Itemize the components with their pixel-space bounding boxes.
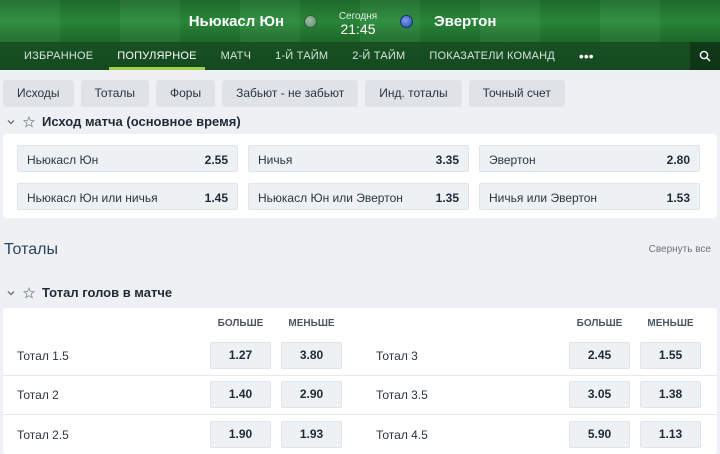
everton-crest-icon	[400, 15, 413, 28]
market-filter-chips: Исходы Тоталы Форы Забьют - не забьют Ин…	[3, 80, 565, 107]
totals-heading: Тоталы	[4, 241, 58, 258]
col-over-right: БОЛЬШЕ	[576, 318, 623, 329]
odd-value: 2.55	[204, 153, 228, 167]
tab-popular[interactable]: ПОПУЛЯРНОЕ	[105, 42, 208, 70]
chip-outcomes[interactable]: Исходы	[3, 80, 74, 107]
odd-button[interactable]: Ничья 3.35	[248, 145, 469, 172]
total-over-odd[interactable]: 3.05	[569, 381, 630, 408]
row-divider	[3, 414, 717, 415]
tab-first-half[interactable]: 1-Й ТАЙМ	[263, 42, 340, 70]
odd-name: Ньюкасл Юн или Эвертон	[258, 191, 403, 205]
chip-totals[interactable]: Тоталы	[80, 80, 149, 107]
match-time: 21:45	[340, 21, 376, 37]
total-label: Тотал 3.5	[376, 388, 428, 402]
total-label: Тотал 2	[17, 388, 59, 402]
odd-value: 3.35	[435, 153, 459, 167]
odd-name: Эвертон	[489, 153, 536, 167]
odd-name: Ньюкасл Юн	[27, 153, 99, 167]
newcastle-crest-icon	[304, 15, 317, 28]
total-label: Тотал 2.5	[17, 428, 69, 442]
total-over-odd[interactable]: 1.90	[210, 421, 271, 448]
chevron-down-icon[interactable]	[6, 117, 16, 127]
odd-button[interactable]: Ньюкасл Юн или ничья 1.45	[17, 183, 238, 210]
chip-team-totals[interactable]: Инд. тоталы	[365, 80, 462, 107]
odd-value: 1.35	[435, 191, 459, 205]
odd-name: Ньюкасл Юн или ничья	[27, 191, 158, 205]
total-under-odd[interactable]: 1.93	[281, 421, 342, 448]
odd-name: Ничья или Эвертон	[489, 191, 598, 205]
total-under-odd[interactable]: 2.90	[281, 381, 342, 408]
col-under-left: МЕНЬШЕ	[288, 318, 335, 329]
odd-button[interactable]: Эвертон 2.80	[479, 145, 700, 172]
total-over-odd[interactable]: 1.27	[210, 342, 271, 369]
collapse-all-link[interactable]: Свернуть все	[649, 244, 711, 255]
odd-value: 1.45	[204, 191, 228, 205]
more-tabs-button[interactable]: •••	[567, 45, 606, 67]
outcome-panel: Ньюкасл Юн 2.55 Ничья 3.35 Эвертон 2.80 …	[3, 134, 717, 218]
away-team-name[interactable]: Эвертон	[434, 13, 496, 30]
total-under-odd[interactable]: 1.13	[640, 421, 701, 448]
chip-exact-score[interactable]: Точный счет	[468, 80, 565, 107]
odd-name: Ничья	[258, 153, 293, 167]
search-button[interactable]	[690, 42, 720, 70]
star-icon[interactable]	[23, 115, 35, 128]
tab-match[interactable]: МАТЧ	[209, 42, 264, 70]
match-header: Ньюкасл Юн Сегодня 21:45 Эвертон ИЗБРАНН…	[0, 0, 720, 70]
chip-handicaps[interactable]: Форы	[156, 80, 216, 107]
outcome-section-title: Исход матча (основное время)	[42, 114, 241, 129]
star-icon[interactable]	[23, 286, 35, 299]
total-label: Тотал 4.5	[376, 428, 428, 442]
total-under-odd[interactable]: 1.55	[640, 342, 701, 369]
search-icon	[699, 50, 711, 62]
tab-second-half[interactable]: 2-Й ТАЙМ	[340, 42, 417, 70]
totals-section-title: Тотал голов в матче	[42, 285, 173, 300]
odd-button[interactable]: Ньюкасл Юн 2.55	[17, 145, 238, 172]
total-label: Тотал 1.5	[17, 349, 69, 363]
col-over-left: БОЛЬШЕ	[217, 318, 264, 329]
match-bar: Ньюкасл Юн Сегодня 21:45 Эвертон	[0, 0, 720, 42]
total-over-odd[interactable]: 2.45	[569, 342, 630, 369]
odd-value: 2.80	[666, 153, 690, 167]
col-under-right: МЕНЬШЕ	[647, 318, 694, 329]
outcome-section-header[interactable]: Исход матча (основное время)	[0, 114, 241, 129]
total-over-odd[interactable]: 5.90	[569, 421, 630, 448]
odd-button[interactable]: Ньюкасл Юн или Эвертон 1.35	[248, 183, 469, 210]
chevron-down-icon[interactable]	[6, 288, 16, 298]
market-tabs: ИЗБРАННОЕ ПОПУЛЯРНОЕ МАТЧ 1-Й ТАЙМ 2-Й Т…	[0, 42, 720, 70]
total-under-odd[interactable]: 3.80	[281, 342, 342, 369]
tab-team-stats[interactable]: ПОКАЗАТЕЛИ КОМАНД	[417, 42, 567, 70]
total-over-odd[interactable]: 1.40	[210, 381, 271, 408]
row-divider	[3, 375, 717, 376]
total-label: Тотал 3	[376, 349, 418, 363]
tab-favorites[interactable]: ИЗБРАННОЕ	[12, 42, 105, 70]
chip-both-score[interactable]: Забьют - не забьют	[222, 80, 359, 107]
total-under-odd[interactable]: 1.38	[640, 381, 701, 408]
home-team-name[interactable]: Ньюкасл Юн	[189, 13, 284, 30]
totals-section-header[interactable]: Тотал голов в матче	[0, 285, 172, 300]
odd-button[interactable]: Ничья или Эвертон 1.53	[479, 183, 700, 210]
odd-value: 1.53	[666, 191, 690, 205]
